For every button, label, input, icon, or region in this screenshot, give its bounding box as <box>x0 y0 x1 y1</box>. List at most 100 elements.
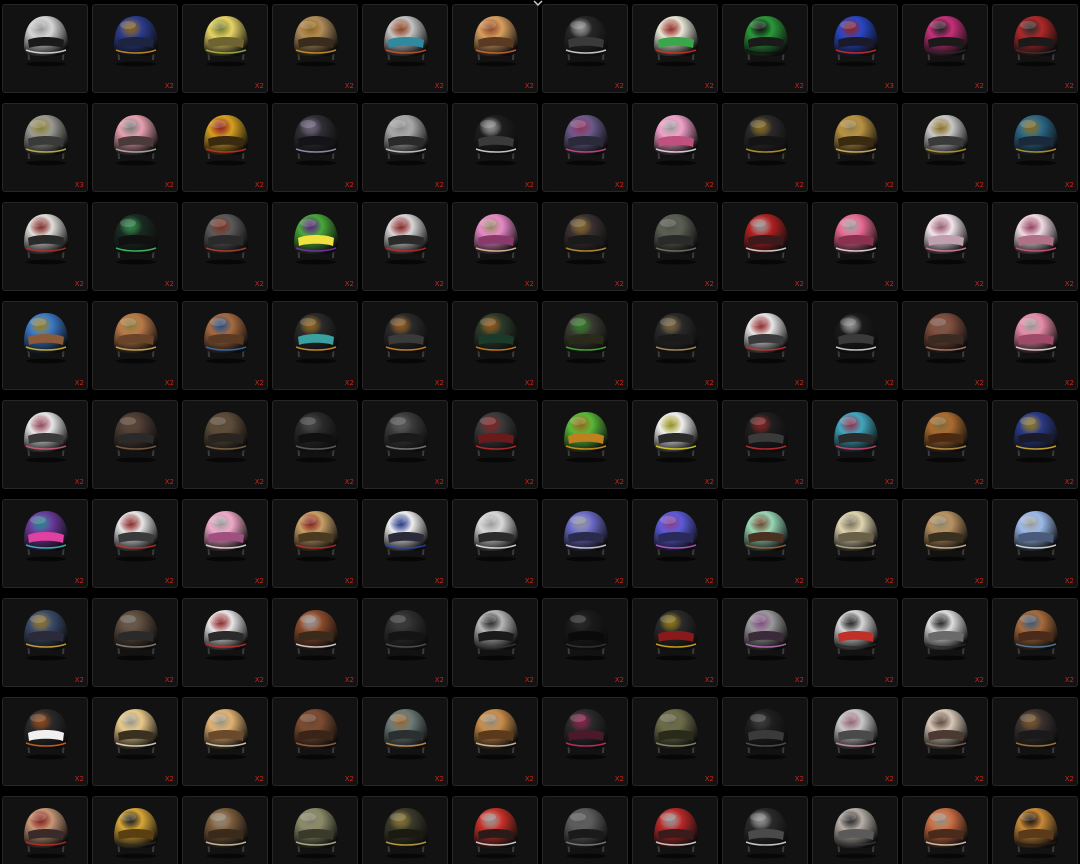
inventory-slot[interactable]: X2 <box>542 400 628 489</box>
inventory-slot[interactable]: X2 <box>452 103 538 192</box>
inventory-slot[interactable] <box>632 796 718 864</box>
inventory-slot[interactable]: X2 <box>722 202 808 291</box>
inventory-slot[interactable]: X2 <box>632 202 718 291</box>
inventory-slot[interactable]: X2 <box>812 301 898 390</box>
inventory-slot[interactable]: X2 <box>182 598 268 687</box>
chevron-down-icon[interactable] <box>532 0 544 8</box>
inventory-slot[interactable]: X2 <box>92 301 178 390</box>
inventory-slot[interactable]: X2 <box>992 499 1078 588</box>
inventory-slot[interactable]: X2 <box>632 499 718 588</box>
inventory-slot[interactable]: X3 <box>2 103 88 192</box>
inventory-slot[interactable]: X2 <box>902 4 988 93</box>
inventory-slot[interactable]: X2 <box>92 400 178 489</box>
inventory-slot[interactable]: X2 <box>902 697 988 786</box>
inventory-slot[interactable] <box>272 796 358 864</box>
inventory-slot[interactable]: X2 <box>182 301 268 390</box>
inventory-slot[interactable]: X2 <box>542 301 628 390</box>
inventory-slot[interactable]: X2 <box>722 301 808 390</box>
inventory-slot[interactable]: X2 <box>452 400 538 489</box>
inventory-slot[interactable]: X2 <box>992 697 1078 786</box>
inventory-slot[interactable]: X2 <box>902 499 988 588</box>
inventory-slot[interactable] <box>542 796 628 864</box>
inventory-slot[interactable]: X2 <box>362 499 448 588</box>
inventory-slot[interactable]: X2 <box>2 400 88 489</box>
inventory-slot[interactable] <box>452 796 538 864</box>
inventory-slot[interactable]: X2 <box>542 499 628 588</box>
inventory-slot[interactable]: X2 <box>542 202 628 291</box>
inventory-slot[interactable]: X2 <box>992 202 1078 291</box>
inventory-slot[interactable]: X2 <box>542 4 628 93</box>
inventory-slot[interactable]: X2 <box>902 400 988 489</box>
inventory-slot[interactable]: X2 <box>992 301 1078 390</box>
inventory-slot[interactable]: X2 <box>362 103 448 192</box>
inventory-slot[interactable]: X2 <box>362 697 448 786</box>
inventory-slot[interactable]: X2 <box>272 598 358 687</box>
inventory-slot[interactable]: X2 <box>812 499 898 588</box>
inventory-slot[interactable]: X2 <box>992 4 1078 93</box>
inventory-slot[interactable]: X3 <box>812 4 898 93</box>
inventory-slot[interactable]: X2 <box>182 4 268 93</box>
inventory-slot[interactable]: X2 <box>902 301 988 390</box>
inventory-slot[interactable]: X2 <box>2 598 88 687</box>
inventory-slot[interactable]: X2 <box>542 697 628 786</box>
inventory-slot[interactable]: X2 <box>272 400 358 489</box>
inventory-slot[interactable]: X2 <box>542 598 628 687</box>
inventory-slot[interactable]: X2 <box>722 4 808 93</box>
inventory-slot[interactable]: X2 <box>182 499 268 588</box>
inventory-slot[interactable]: X2 <box>812 697 898 786</box>
inventory-slot[interactable]: X2 <box>812 400 898 489</box>
inventory-slot[interactable]: X2 <box>452 4 538 93</box>
inventory-slot[interactable]: X2 <box>632 103 718 192</box>
inventory-slot[interactable]: X2 <box>452 598 538 687</box>
inventory-slot[interactable]: X2 <box>182 400 268 489</box>
inventory-slot[interactable] <box>722 796 808 864</box>
inventory-slot[interactable]: X2 <box>452 499 538 588</box>
inventory-slot[interactable]: X2 <box>2 697 88 786</box>
inventory-slot[interactable] <box>362 796 448 864</box>
inventory-slot[interactable] <box>812 796 898 864</box>
inventory-slot[interactable]: X2 <box>632 4 718 93</box>
inventory-slot[interactable]: X2 <box>812 598 898 687</box>
inventory-slot[interactable]: X2 <box>362 202 448 291</box>
inventory-slot[interactable]: X2 <box>362 598 448 687</box>
inventory-slot[interactable] <box>92 796 178 864</box>
inventory-slot[interactable]: X2 <box>632 301 718 390</box>
inventory-slot[interactable]: X2 <box>632 697 718 786</box>
inventory-slot[interactable]: X2 <box>902 103 988 192</box>
inventory-slot[interactable]: X2 <box>2 301 88 390</box>
inventory-slot[interactable]: X2 <box>92 103 178 192</box>
inventory-slot[interactable]: X2 <box>722 598 808 687</box>
inventory-slot[interactable] <box>2 796 88 864</box>
inventory-slot[interactable]: X2 <box>542 103 628 192</box>
inventory-slot[interactable]: X2 <box>632 400 718 489</box>
inventory-slot[interactable]: X2 <box>182 103 268 192</box>
inventory-slot[interactable]: X2 <box>362 301 448 390</box>
inventory-slot[interactable]: X2 <box>92 4 178 93</box>
inventory-slot[interactable]: X2 <box>362 4 448 93</box>
inventory-slot[interactable]: X2 <box>182 697 268 786</box>
inventory-slot[interactable]: X2 <box>812 202 898 291</box>
inventory-slot[interactable]: X2 <box>812 103 898 192</box>
inventory-slot[interactable]: X2 <box>902 202 988 291</box>
inventory-slot[interactable]: X2 <box>272 697 358 786</box>
inventory-slot[interactable]: X2 <box>722 103 808 192</box>
inventory-slot[interactable]: X2 <box>272 4 358 93</box>
inventory-slot[interactable]: X2 <box>272 202 358 291</box>
inventory-slot[interactable]: X2 <box>722 499 808 588</box>
inventory-slot[interactable]: X2 <box>452 202 538 291</box>
inventory-slot[interactable]: X2 <box>182 202 268 291</box>
inventory-slot[interactable]: X2 <box>272 301 358 390</box>
inventory-slot[interactable] <box>992 796 1078 864</box>
inventory-slot[interactable]: X2 <box>92 598 178 687</box>
inventory-slot[interactable]: X2 <box>632 598 718 687</box>
inventory-slot[interactable]: X2 <box>722 400 808 489</box>
inventory-slot[interactable] <box>182 796 268 864</box>
inventory-slot[interactable]: X2 <box>452 697 538 786</box>
inventory-slot[interactable]: X2 <box>272 103 358 192</box>
inventory-slot[interactable]: X2 <box>902 598 988 687</box>
inventory-slot[interactable]: X2 <box>92 499 178 588</box>
inventory-slot[interactable]: X2 <box>992 103 1078 192</box>
inventory-slot[interactable]: X2 <box>2 202 88 291</box>
inventory-slot[interactable]: X2 <box>452 301 538 390</box>
inventory-slot[interactable]: X2 <box>2 499 88 588</box>
